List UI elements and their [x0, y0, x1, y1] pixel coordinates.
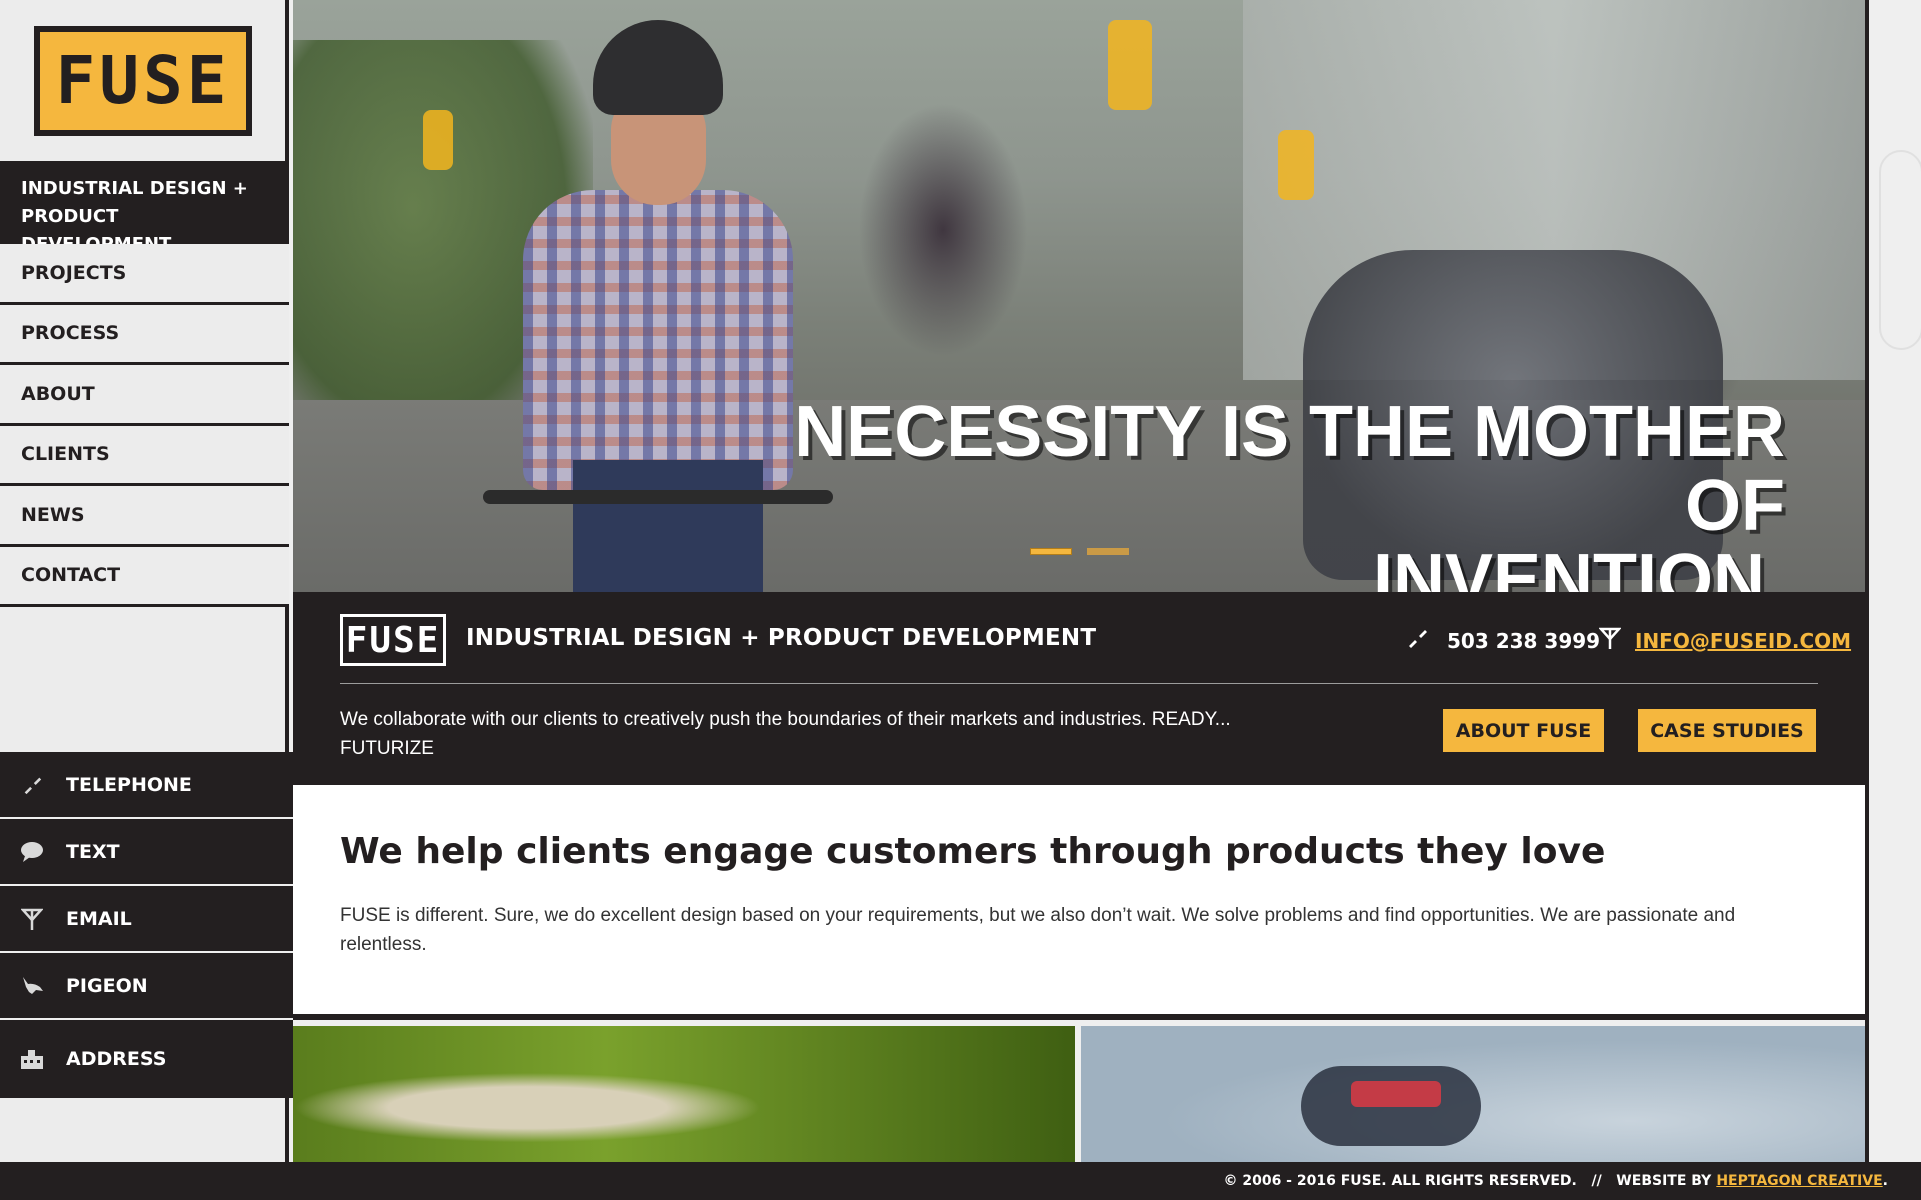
nav-item-about[interactable]: ABOUT: [0, 365, 289, 426]
hero-photo-traffic-light: [423, 110, 453, 170]
hero-headline: NECESSITY IS THE MOTHER OF INVENTION.: [685, 395, 1785, 592]
infobar-description: We collaborate with our clients to creat…: [340, 709, 1231, 759]
phone-icon: [20, 773, 44, 797]
contact-telephone[interactable]: TELEPHONE: [0, 752, 293, 819]
contact-pigeon-label: PIGEON: [66, 974, 148, 997]
sidebar-tagline: INDUSTRIAL DESIGN + PRODUCT DEVELOPMENT: [0, 161, 289, 255]
slider-dots: [1030, 548, 1129, 555]
hero-photo-traffic-light: [1278, 130, 1314, 200]
background-sketch: [1879, 150, 1921, 350]
nav-item-projects[interactable]: PROJECTS: [0, 244, 289, 305]
nav-item-contact[interactable]: CONTACT: [0, 546, 289, 607]
infobar-phone-number: 503 238 3999: [1447, 629, 1601, 653]
infobar-logo: FUSE: [340, 614, 446, 666]
sidebar: FUSE INDUSTRIAL DESIGN + PRODUCT DEVELOP…: [0, 0, 293, 1162]
nav-item-process[interactable]: PROCESS: [0, 304, 289, 365]
hero-headline-line1: NECESSITY IS THE MOTHER OF: [794, 392, 1785, 546]
contact-text-label: TEXT: [66, 840, 120, 863]
project-tile[interactable]: [293, 1026, 1075, 1162]
contact-email-label: EMAIL: [66, 907, 132, 930]
building-icon: [20, 1047, 44, 1071]
infobar-phone[interactable]: 503 238 3999: [1405, 626, 1600, 656]
project-tile[interactable]: [1081, 1026, 1865, 1162]
slider-dot-1[interactable]: [1030, 548, 1072, 555]
footer-copyright: © 2006 - 2016 FUSE. ALL RIGHTS RESERVED.…: [1223, 1173, 1712, 1189]
infobar-divider: [340, 683, 1818, 684]
right-gutter: [1865, 0, 1921, 1162]
pigeon-icon: [20, 974, 44, 998]
contact-pigeon[interactable]: PIGEON: [0, 953, 293, 1020]
nav-item-news[interactable]: NEWS: [0, 486, 289, 547]
slider-dot-2[interactable]: [1087, 548, 1129, 555]
main-nav: PROJECTS PROCESS ABOUT CLIENTS NEWS CONT…: [0, 244, 289, 607]
infobar-email: INFO@FUSEID.COM: [1598, 626, 1851, 656]
contact-telephone-label: TELEPHONE: [66, 773, 192, 796]
case-studies-button[interactable]: CASE STUDIES: [1638, 709, 1816, 752]
footer-period: .: [1882, 1173, 1888, 1189]
hero-slider[interactable]: NECESSITY IS THE MOTHER OF INVENTION.: [293, 0, 1865, 592]
email-antenna-icon: [20, 907, 44, 931]
infobar-title: INDUSTRIAL DESIGN + PRODUCT DEVELOPMENT: [466, 625, 1097, 651]
logo-badge: FUSE: [40, 32, 246, 130]
footer: © 2006 - 2016 FUSE. ALL RIGHTS RESERVED.…: [0, 1162, 1921, 1200]
email-antenna-icon: [1598, 626, 1622, 656]
contact-methods: TELEPHONE TEXT EMAIL PIGEON ADDRESS: [0, 752, 293, 1098]
contact-address[interactable]: ADDRESS: [0, 1020, 293, 1098]
phone-icon: [1405, 626, 1429, 656]
infobar-email-link[interactable]: INFO@FUSEID.COM: [1635, 629, 1851, 653]
intro-heading: We help clients engage customers through…: [340, 831, 1606, 872]
contact-text[interactable]: TEXT: [0, 819, 293, 886]
logo-text: FUSE: [55, 42, 231, 119]
contact-email[interactable]: EMAIL: [0, 886, 293, 953]
intro-section: We help clients engage customers through…: [293, 785, 1865, 1020]
infobar-logo-text: FUSE: [345, 619, 441, 661]
footer-credit-link[interactable]: HEPTAGON CREATIVE: [1716, 1173, 1882, 1189]
info-bar: FUSE INDUSTRIAL DESIGN + PRODUCT DEVELOP…: [293, 592, 1865, 785]
tile-photo-detail: [1351, 1081, 1441, 1107]
contact-address-label: ADDRESS: [66, 1048, 167, 1070]
fuse-logo[interactable]: FUSE: [34, 26, 252, 136]
intro-body: FUSE is different. Sure, we do excellent…: [340, 905, 1736, 955]
nav-item-clients[interactable]: CLIENTS: [0, 425, 289, 486]
page: FUSE INDUSTRIAL DESIGN + PRODUCT DEVELOP…: [0, 0, 1921, 1200]
cyclist-helmet: [593, 20, 723, 115]
hero-headline-line2: INVENTION.: [1372, 540, 1785, 592]
speech-bubble-icon: [20, 840, 44, 864]
hero-photo-traffic-light: [1108, 20, 1152, 110]
about-fuse-button[interactable]: ABOUT FUSE: [1443, 709, 1604, 752]
